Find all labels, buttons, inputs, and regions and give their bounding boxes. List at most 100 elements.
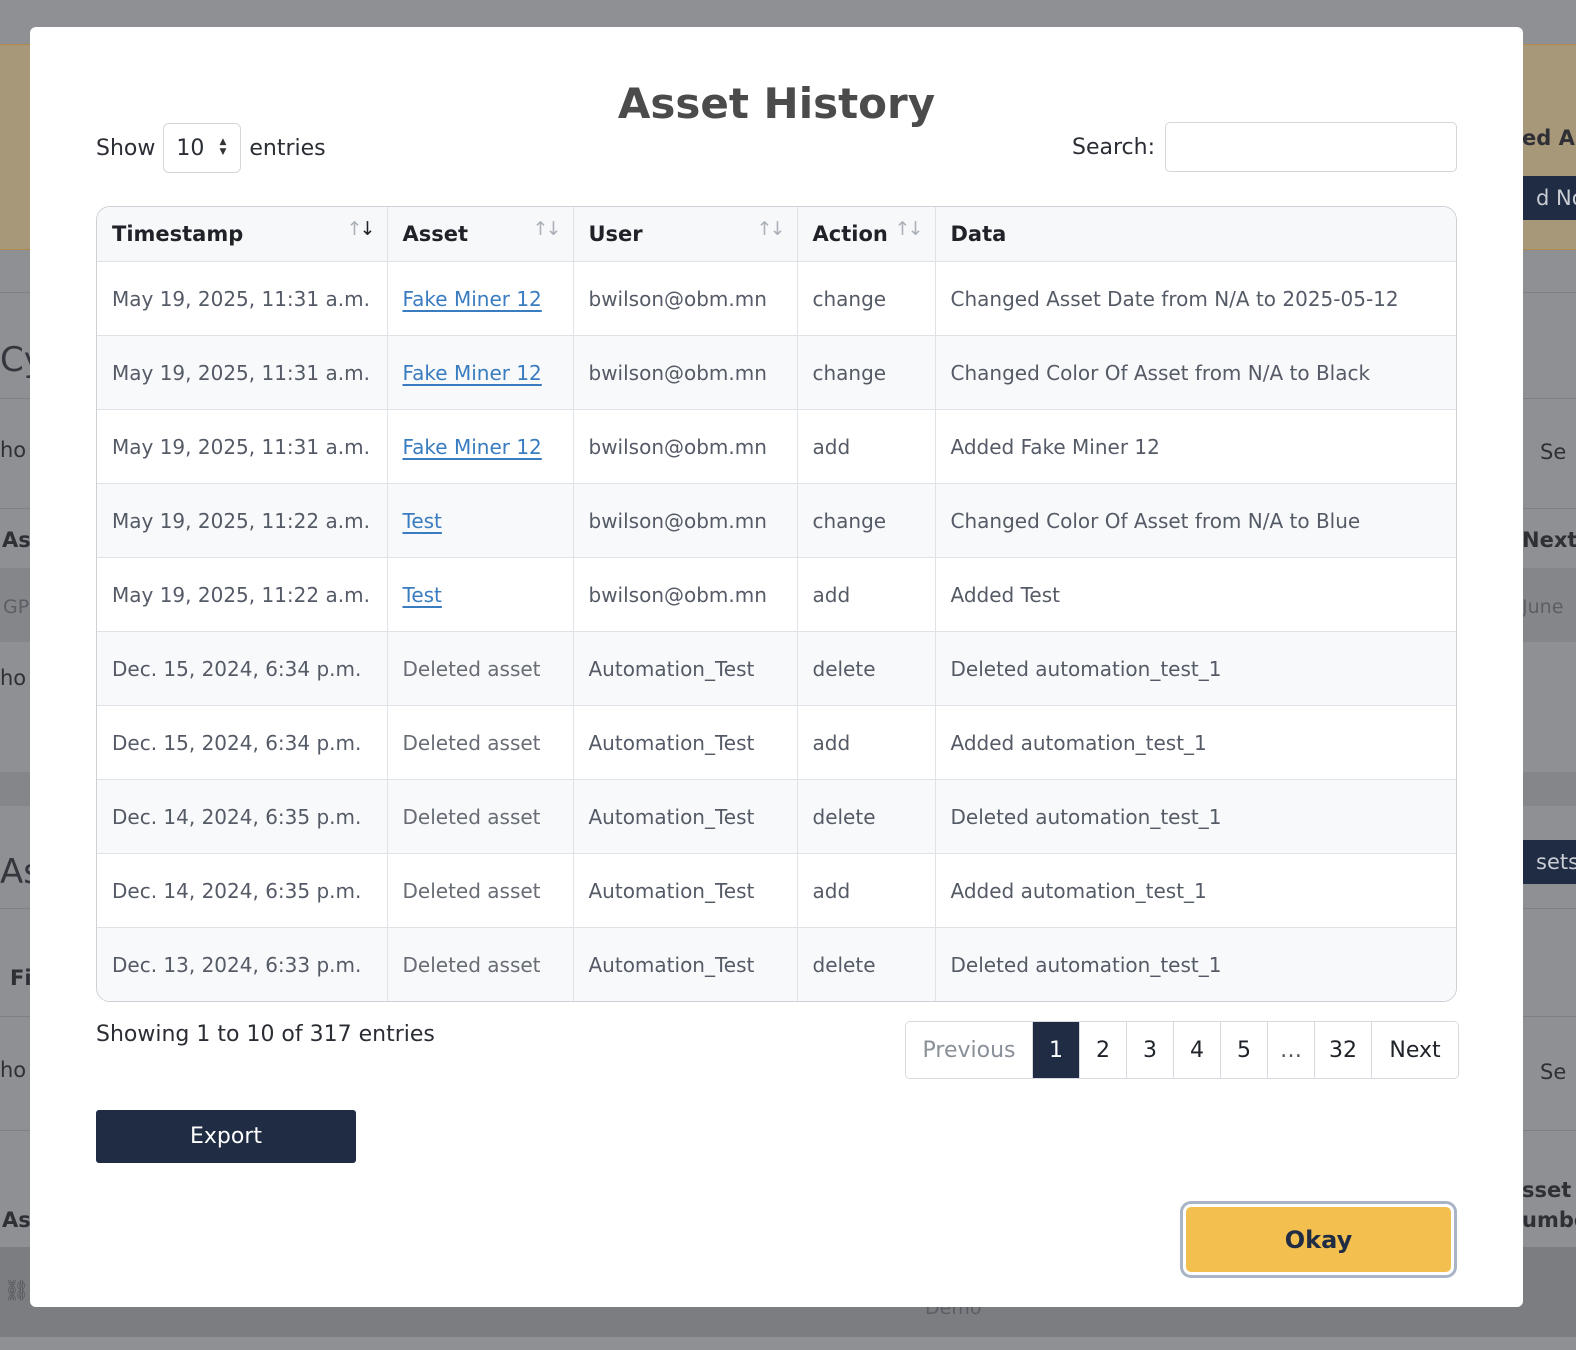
action-cell: add: [797, 557, 936, 632]
column-header-action[interactable]: Action ↑↓: [797, 207, 936, 262]
entries-length-control: Show 10 ▲ ▼ entries: [96, 122, 326, 174]
asset-cell: Fake Miner 12: [387, 409, 574, 484]
search-input[interactable]: [1165, 122, 1457, 172]
table-row: May 19, 2025, 11:31 a.m. Fake Miner 12 bwi…: [97, 335, 1456, 410]
action-cell: delete: [797, 779, 936, 854]
bg-fragment: ho: [0, 666, 27, 690]
pagination-page-1[interactable]: 1: [1033, 1022, 1080, 1078]
table-row: May 19, 2025, 11:22 a.m. Test bwilson@obm.…: [97, 557, 1456, 632]
entries-per-page-value: 10: [176, 135, 205, 161]
user-cell: bwilson@obm.mn: [573, 335, 798, 410]
user-cell: Automation_Test: [573, 853, 798, 928]
data-cell: Changed Color Of Asset from N/A to Blue: [935, 483, 1456, 558]
table-row: May 19, 2025, 11:22 a.m. Test bwilson@obm.…: [97, 483, 1456, 558]
action-cell: delete: [797, 631, 936, 706]
bg-fragment: Se: [1540, 1060, 1567, 1084]
data-cell: Changed Color Of Asset from N/A to Black: [935, 335, 1456, 410]
timestamp-cell: May 19, 2025, 11:22 a.m.: [97, 483, 388, 558]
data-cell: Added Test: [935, 557, 1456, 632]
action-cell: add: [797, 409, 936, 484]
action-cell: add: [797, 853, 936, 928]
asset-link[interactable]: Fake Miner 12: [403, 361, 542, 385]
bg-fragment: As: [2, 1208, 31, 1232]
user-cell: bwilson@obm.mn: [573, 261, 798, 336]
pagination: Previous 1 2 3 4 5 … 32 Next: [905, 1021, 1459, 1079]
pagination-page-32[interactable]: 32: [1315, 1022, 1372, 1078]
data-cell: Deleted automation_test_1: [935, 631, 1456, 706]
pagination-page-5[interactable]: 5: [1221, 1022, 1268, 1078]
asset-cell: Deleted asset: [387, 853, 574, 928]
bg-fragment: Next: [1522, 528, 1576, 552]
asset-cell: Test: [387, 557, 574, 632]
user-cell: Automation_Test: [573, 779, 798, 854]
action-cell: change: [797, 261, 936, 336]
bg-fragment: umbe: [1522, 1208, 1576, 1232]
timestamp-cell: May 19, 2025, 11:31 a.m.: [97, 335, 388, 410]
user-cell: Automation_Test: [573, 631, 798, 706]
asset-cell: Deleted asset: [387, 927, 574, 1001]
column-header-timestamp[interactable]: Timestamp ↑↓: [97, 207, 388, 262]
search-control: Search:: [1072, 122, 1457, 172]
bg-fragment-button: sets: [1522, 840, 1576, 884]
sort-both-icon: ↑↓: [532, 218, 562, 240]
column-header-user[interactable]: User ↑↓: [573, 207, 798, 262]
export-button[interactable]: Export: [96, 1110, 356, 1163]
asset-link[interactable]: Fake Miner 12: [403, 435, 542, 459]
user-cell: bwilson@obm.mn: [573, 409, 798, 484]
updown-arrow-icon: ▲ ▼: [219, 137, 227, 157]
table-row: May 19, 2025, 11:31 a.m. Fake Miner 12 bwi…: [97, 409, 1456, 484]
pagination-next[interactable]: Next: [1372, 1022, 1458, 1078]
sort-desc-icon: ↑↓: [346, 218, 376, 240]
timestamp-cell: Dec. 13, 2024, 6:33 p.m.: [97, 927, 388, 1001]
bg-fragment-button: d No: [1522, 176, 1576, 220]
asset-cell: Deleted asset: [387, 779, 574, 854]
action-cell: delete: [797, 927, 936, 1001]
user-cell: bwilson@obm.mn: [573, 557, 798, 632]
bg-fragment: ed As: [1522, 126, 1576, 150]
pagination-ellipsis: …: [1268, 1022, 1315, 1078]
pagination-page-2[interactable]: 2: [1080, 1022, 1127, 1078]
timestamp-cell: May 19, 2025, 11:31 a.m.: [97, 409, 388, 484]
timestamp-cell: Dec. 14, 2024, 6:35 p.m.: [97, 853, 388, 928]
action-cell: add: [797, 705, 936, 780]
pagination-previous[interactable]: Previous: [906, 1022, 1033, 1078]
pagination-page-4[interactable]: 4: [1174, 1022, 1221, 1078]
user-cell: Automation_Test: [573, 927, 798, 1001]
link-icon: ⛓: [4, 1278, 30, 1302]
timestamp-cell: Dec. 15, 2024, 6:34 p.m.: [97, 631, 388, 706]
data-cell: Added automation_test_1: [935, 705, 1456, 780]
entries-per-page-select[interactable]: 10 ▲ ▼: [163, 123, 242, 173]
bg-fragment: ho: [0, 438, 27, 462]
timestamp-cell: Dec. 15, 2024, 6:34 p.m.: [97, 705, 388, 780]
bg-fragment: Fi: [10, 966, 32, 990]
timestamp-cell: Dec. 14, 2024, 6:35 p.m.: [97, 779, 388, 854]
data-cell: Deleted automation_test_1: [935, 779, 1456, 854]
asset-cell: Deleted asset: [387, 705, 574, 780]
table-header-row: Timestamp ↑↓ Asset ↑↓ User ↑↓ Action ↑↓ Data: [97, 207, 1456, 262]
asset-cell: Test: [387, 483, 574, 558]
bg-fragment: Se: [1540, 440, 1567, 464]
action-cell: change: [797, 335, 936, 410]
data-cell: Added automation_test_1: [935, 853, 1456, 928]
asset-cell: Fake Miner 12: [387, 261, 574, 336]
sort-both-icon: ↑↓: [894, 218, 924, 240]
asset-link[interactable]: Test: [403, 583, 442, 607]
user-cell: Automation_Test: [573, 705, 798, 780]
asset-link[interactable]: Test: [403, 509, 442, 533]
user-cell: bwilson@obm.mn: [573, 483, 798, 558]
asset-cell: Fake Miner 12: [387, 335, 574, 410]
pagination-page-3[interactable]: 3: [1127, 1022, 1174, 1078]
column-header-asset[interactable]: Asset ↑↓: [387, 207, 574, 262]
table-row: Dec. 15, 2024, 6:34 p.m. Deleted asset Aut…: [97, 705, 1456, 780]
table-row: Dec. 15, 2024, 6:34 p.m. Deleted asset Aut…: [97, 631, 1456, 706]
data-cell: Deleted automation_test_1: [935, 927, 1456, 1001]
asset-link[interactable]: Fake Miner 12: [403, 287, 542, 311]
bg-fragment: As: [2, 528, 31, 552]
search-label: Search:: [1072, 134, 1155, 160]
history-table-container: Timestamp ↑↓ Asset ↑↓ User ↑↓ Action ↑↓ Data…: [96, 206, 1457, 1002]
history-table: Timestamp ↑↓ Asset ↑↓ User ↑↓ Action ↑↓ Data…: [97, 207, 1456, 1001]
bg-fragment: ho: [0, 1058, 27, 1082]
okay-button[interactable]: Okay: [1183, 1204, 1454, 1275]
length-prefix-label: Show: [96, 135, 156, 161]
column-header-data: Data: [935, 207, 1456, 262]
